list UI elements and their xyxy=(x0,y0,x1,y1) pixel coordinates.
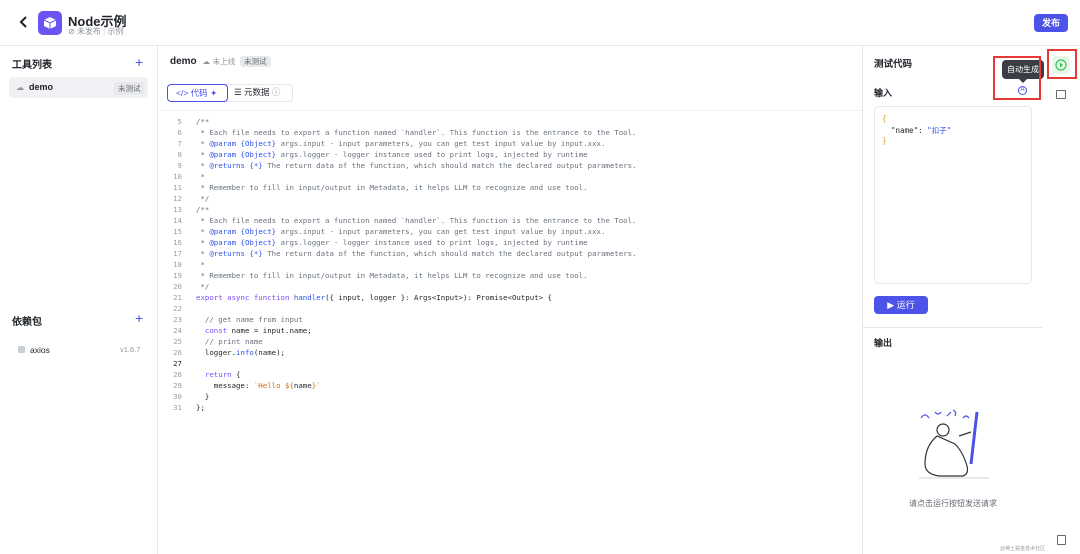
panel-divider xyxy=(863,327,1043,328)
cloud-icon: ☁ xyxy=(202,57,210,66)
dep-name: axios xyxy=(30,345,50,355)
code-content[interactable]: 5/** 6 * Each file needs to export a fun… xyxy=(158,110,862,554)
code-line: 17 * @returns {*} The return data of the… xyxy=(173,249,637,258)
code-line: 24 const name = input.name; xyxy=(173,326,312,335)
sparkle-icon: ✦ xyxy=(210,88,218,98)
file-header: demo ☁ 未上线 未测试 xyxy=(170,56,271,67)
publish-status: 未发布 xyxy=(76,27,101,36)
deps-title: 依赖包 xyxy=(12,317,42,328)
json-entry: "name": "扣子" xyxy=(891,126,952,135)
test-panel: 测试代码 输入 A { "name": "扣子" } ▶ 运行 输出 请点击运行… xyxy=(862,46,1043,554)
code-line: 8 * @param {Object} args.logger - logger… xyxy=(177,150,588,159)
code-line: 20 */ xyxy=(173,282,210,291)
editor-tabs: </> 代码 ✦ ☰ 元数据 ⓘ xyxy=(167,84,293,102)
code-line: 13/** xyxy=(173,205,210,214)
play-icon: ▶ xyxy=(887,300,895,310)
status-icon: ⊘ xyxy=(68,27,75,36)
code-icon: </> xyxy=(176,88,189,98)
code-line: 29 message: `Hello ${name}` xyxy=(173,381,321,390)
code-line: 18 * xyxy=(173,260,205,269)
tool-test-badge: 未测试 xyxy=(114,82,145,95)
add-tool-plus-icon[interactable]: + xyxy=(135,55,143,69)
highlight-box-auto-generate xyxy=(993,56,1041,100)
output-title: 输出 xyxy=(874,338,893,348)
back-arrow-icon[interactable] xyxy=(16,14,32,30)
sliders-icon: ☰ xyxy=(234,87,242,97)
code-line: 15 * @param {Object} args.input - input … xyxy=(173,227,606,236)
tool-item-name: demo xyxy=(29,82,54,92)
tab-metadata[interactable]: ☰ 元数据 ⓘ xyxy=(234,84,280,102)
code-line: 28 return { xyxy=(173,370,241,379)
tab-code[interactable]: </> 代码 ✦ xyxy=(167,84,228,102)
test-panel-title: 测试代码 xyxy=(874,59,913,70)
tools-list-title: 工具列表 xyxy=(12,60,52,71)
top-bar: Node示例 ⊘ 未发布 | 示例 发布 xyxy=(0,0,1080,46)
code-line: 30 } xyxy=(173,392,210,401)
terminal-icon[interactable] xyxy=(1056,90,1066,99)
code-line: 7 * @param {Object} args.input - input p… xyxy=(177,139,606,148)
file-test-badge: 未测试 xyxy=(240,56,271,67)
dep-item-axios[interactable]: axios v1.6.7 xyxy=(18,345,143,359)
code-line: 16 * @param {Object} args.logger - logge… xyxy=(173,238,588,247)
right-icon-bar xyxy=(1042,46,1080,554)
code-line: 31}; xyxy=(173,403,205,412)
tool-item-demo[interactable]: ☁ demo 未测试 xyxy=(9,77,148,98)
code-line: 25 // print name xyxy=(173,337,263,346)
empty-state-illustration xyxy=(913,406,993,486)
app-tag: 示例 xyxy=(107,27,124,36)
code-line: 26 logger.info(name); xyxy=(173,348,286,357)
code-line: 19 * Remember to fill in input/output in… xyxy=(173,271,588,280)
dep-version: v1.6.7 xyxy=(120,345,141,354)
run-button[interactable]: ▶ 运行 xyxy=(874,296,928,314)
json-close-brace: } xyxy=(882,136,887,145)
left-sidebar: 工具列表 + ☁ demo 未测试 依赖包 + axios v1.6.7 xyxy=(0,46,158,554)
watermark: @稀土掘金技术社区 xyxy=(1000,546,1046,552)
code-line: 9 * @returns {*} The return data of the … xyxy=(177,161,637,170)
code-editor-area: demo ☁ 未上线 未测试 </> 代码 ✦ ☰ 元数据 ⓘ 5/** 6 *… xyxy=(158,46,862,554)
code-line: 27 xyxy=(173,359,182,368)
info-icon: ⓘ xyxy=(271,87,281,97)
input-json-editor[interactable]: { "name": "扣子" } xyxy=(874,106,1032,284)
code-line: 23 // get name from input xyxy=(173,315,303,324)
input-title: 输入 xyxy=(874,88,893,98)
file-name: demo xyxy=(170,56,197,67)
app-meta: ⊘ 未发布 | 示例 xyxy=(68,27,124,36)
publish-button[interactable]: 发布 xyxy=(1034,14,1068,32)
code-line: 12 */ xyxy=(173,194,210,203)
code-line: 10 * xyxy=(173,172,205,181)
highlight-box-run-test xyxy=(1047,49,1077,79)
package-icon xyxy=(18,346,25,353)
code-line: 22 xyxy=(173,304,182,313)
code-line: 14 * Each file needs to export a functio… xyxy=(173,216,637,225)
code-line: 21 export async function handler({ input,… xyxy=(173,293,552,302)
upload-status: 未上线 xyxy=(212,57,236,66)
cloud-icon: ☁ xyxy=(16,83,24,92)
code-line: 6 * Each file needs to export a function… xyxy=(177,128,637,137)
json-open-brace: { xyxy=(882,114,887,123)
code-line: 11 * Remember to fill in input/output in… xyxy=(173,183,588,192)
add-dep-plus-icon[interactable]: + xyxy=(135,311,143,325)
empty-output-text: 请点击运行按钮发送请求 xyxy=(909,499,997,508)
code-line: 5/** xyxy=(177,117,210,126)
app-cube-icon xyxy=(38,11,62,35)
document-icon[interactable] xyxy=(1057,535,1066,545)
